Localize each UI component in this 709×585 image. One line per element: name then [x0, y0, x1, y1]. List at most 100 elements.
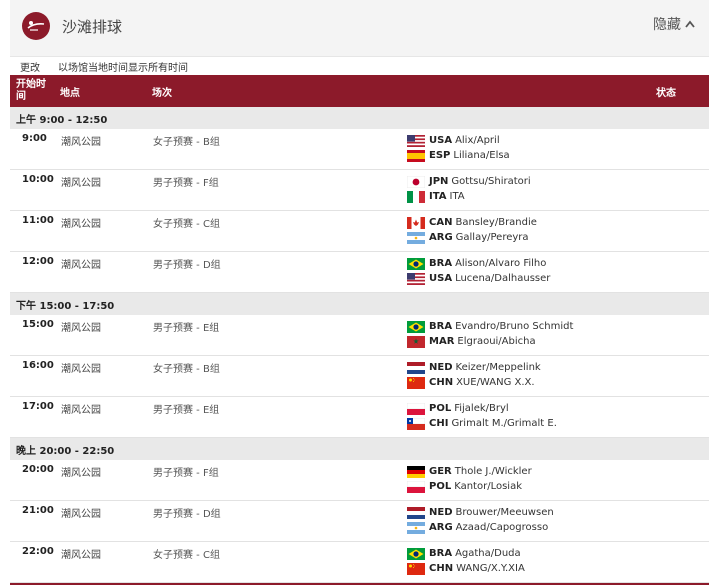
- change-timezone-link[interactable]: 更改: [20, 59, 40, 74]
- team-country-code: CHN: [429, 377, 454, 388]
- match-event: 男子预赛 - E组: [152, 315, 406, 356]
- match-row[interactable]: 9:00 潮风公园 女子预赛 - B组 USA Alix/April ESP Liliana…: [10, 129, 709, 170]
- flag-chn-icon: [407, 376, 425, 389]
- team-entry: NED Brouwer/Meeuwsen: [407, 505, 655, 520]
- team-players: ITA: [449, 191, 465, 202]
- team-players: WANG/X.Y.XIA: [456, 563, 525, 574]
- match-venue: 潮风公园: [60, 315, 152, 356]
- match-row[interactable]: 10:00 潮风公园 男子预赛 - F组 JPN Gottsu/Shiratori ITA…: [10, 169, 709, 211]
- team-country-code: NED: [429, 362, 453, 373]
- match-row[interactable]: 22:00 潮风公园 女子预赛 - C组 BRA Agatha/Duda CHN WANG/…: [10, 541, 709, 583]
- match-status: [656, 251, 709, 293]
- timezone-note: 以场馆当地时间显示所有时间: [58, 62, 188, 74]
- match-row[interactable]: 15:00 潮风公园 男子预赛 - E组 BRA Evandro/Bruno Schmi…: [10, 315, 709, 356]
- team-players: Agatha/Duda: [455, 548, 521, 559]
- team-players: XUE/WANG X.X.: [456, 377, 535, 388]
- flag-bra-icon: [407, 257, 425, 270]
- team-players: Kantor/Losiak: [454, 481, 522, 492]
- team-country-code: JPN: [429, 176, 449, 187]
- match-venue: 潮风公园: [60, 396, 152, 438]
- team-players: Thole J./Wickler: [454, 466, 532, 477]
- team-entry: POL Fijalek/Bryl: [406, 401, 655, 416]
- match-venue: 潮风公园: [60, 541, 152, 583]
- match-status: [656, 169, 709, 211]
- match-row[interactable]: 16:00 潮风公园 女子预赛 - B组 NED Keizer/Meppelink CHN…: [10, 355, 709, 397]
- period-label: 晚上 20:00 - 22:50: [10, 437, 709, 460]
- team-country-code: BRA: [429, 258, 453, 269]
- team-entry: ESP Liliana/Elsa: [407, 148, 655, 163]
- team-players: Lucena/Dalhausser: [455, 273, 551, 284]
- match-time: 11:00: [10, 210, 60, 252]
- match-venue: 潮风公园: [60, 355, 152, 397]
- team-entry: ARG Gallay/Pereyra: [407, 230, 655, 245]
- team-entry: GER Thole J./Wickler: [407, 464, 655, 479]
- match-status: [656, 355, 709, 397]
- match-time: 17:00: [10, 396, 60, 438]
- team-country-code: ESP: [429, 150, 451, 161]
- schedule-body: 上午 9:00 - 12:50 9:00 潮风公园 女子预赛 - B组 USA Alix/…: [10, 107, 709, 583]
- match-event: 男子预赛 - D组: [152, 251, 406, 293]
- column-header-event: 场次: [152, 75, 406, 107]
- team-entry: POL Kantor/Losiak: [406, 479, 655, 494]
- match-venue: 潮风公园: [60, 210, 152, 252]
- match-time: 16:00: [10, 355, 60, 397]
- team-entry: ARG Azaad/Capogrosso: [407, 520, 655, 535]
- match-teams: BRA Evandro/Bruno Schmidt MAR Elgraoui/Abic…: [406, 315, 656, 356]
- team-country-code: ITA: [429, 191, 447, 202]
- match-status: [656, 210, 709, 252]
- match-row[interactable]: 20:00 潮风公园 男子预赛 - F组 GER Thole J./Wickler POL…: [10, 460, 709, 501]
- match-event: 男子预赛 - E组: [152, 396, 406, 438]
- flag-chi-icon: [406, 417, 426, 430]
- match-time: 15:00: [10, 315, 60, 356]
- flag-ita-icon: [407, 190, 425, 203]
- flag-bra-icon: [407, 547, 425, 560]
- team-entry: ITA ITA: [407, 189, 655, 204]
- match-time: 22:00: [10, 541, 60, 583]
- match-teams: NED Keizer/Meppelink CHN XUE/WANG X.X.: [406, 355, 656, 397]
- team-players: Elgraoui/Abicha: [457, 336, 536, 347]
- flag-arg-icon: [407, 521, 425, 534]
- match-event: 女子预赛 - B组: [152, 129, 406, 170]
- team-players: Fijalek/Bryl: [454, 403, 509, 414]
- match-time: 20:00: [10, 460, 60, 501]
- team-players: Azaad/Capogrosso: [455, 522, 549, 533]
- beach-volleyball-icon: [22, 12, 50, 40]
- flag-chn-icon: [407, 562, 425, 575]
- match-row[interactable]: 17:00 潮风公园 男子预赛 - E组 POL Fijalek/Bryl CHI Grim…: [10, 396, 709, 438]
- team-players: Keizer/Meppelink: [455, 362, 541, 373]
- match-venue: 潮风公园: [60, 169, 152, 211]
- column-header-status: 状态: [656, 75, 709, 107]
- flag-usa-icon: [407, 134, 425, 147]
- period-row: 上午 9:00 - 12:50: [10, 107, 709, 129]
- match-teams: JPN Gottsu/Shiratori ITA ITA: [406, 169, 656, 211]
- team-entry: USA Lucena/Dalhausser: [407, 271, 655, 286]
- flag-esp-icon: [407, 149, 425, 162]
- team-players: Evandro/Bruno Schmidt: [455, 321, 574, 332]
- team-players: Gottsu/Shiratori: [451, 176, 531, 187]
- match-teams: CAN Bansley/Brandie ARG Gallay/Pereyra: [406, 210, 656, 252]
- match-status: [656, 541, 709, 583]
- match-row[interactable]: 11:00 潮风公园 女子预赛 - C组 CAN Bansley/Brandie ARG G…: [10, 210, 709, 252]
- match-status: [656, 460, 709, 501]
- team-entry: CHN WANG/X.Y.XIA: [407, 561, 655, 576]
- match-status: [656, 129, 709, 170]
- period-row: 下午 15:00 - 17:50: [10, 292, 709, 315]
- flag-usa-icon: [407, 272, 425, 285]
- period-label: 下午 15:00 - 17:50: [10, 292, 709, 315]
- team-country-code: BRA: [429, 548, 453, 559]
- match-teams: BRA Alison/Alvaro Filho USA Lucena/Dalhauss…: [406, 251, 656, 293]
- team-players: Brouwer/Meeuwsen: [455, 507, 554, 518]
- match-row[interactable]: 12:00 潮风公园 男子预赛 - D组 BRA Alison/Alvaro Filho…: [10, 251, 709, 293]
- team-entry: BRA Evandro/Bruno Schmidt: [407, 319, 655, 334]
- flag-can-icon: [407, 216, 425, 229]
- match-event: 女子预赛 - C组: [152, 541, 406, 583]
- team-country-code: CAN: [429, 217, 453, 228]
- team-country-code: ARG: [429, 522, 453, 533]
- period-label: 上午 9:00 - 12:50: [10, 107, 709, 129]
- chevron-up-icon: [685, 20, 695, 28]
- match-teams: POL Fijalek/Bryl CHI Grimalt M./Grimalt E.: [406, 396, 656, 438]
- collapse-toggle[interactable]: 隐藏: [653, 14, 695, 34]
- match-row[interactable]: 21:00 潮风公园 男子预赛 - D组 NED Brouwer/Meeuwsen ARG…: [10, 500, 709, 542]
- match-venue: 潮风公园: [60, 251, 152, 293]
- team-country-code: POL: [429, 403, 452, 414]
